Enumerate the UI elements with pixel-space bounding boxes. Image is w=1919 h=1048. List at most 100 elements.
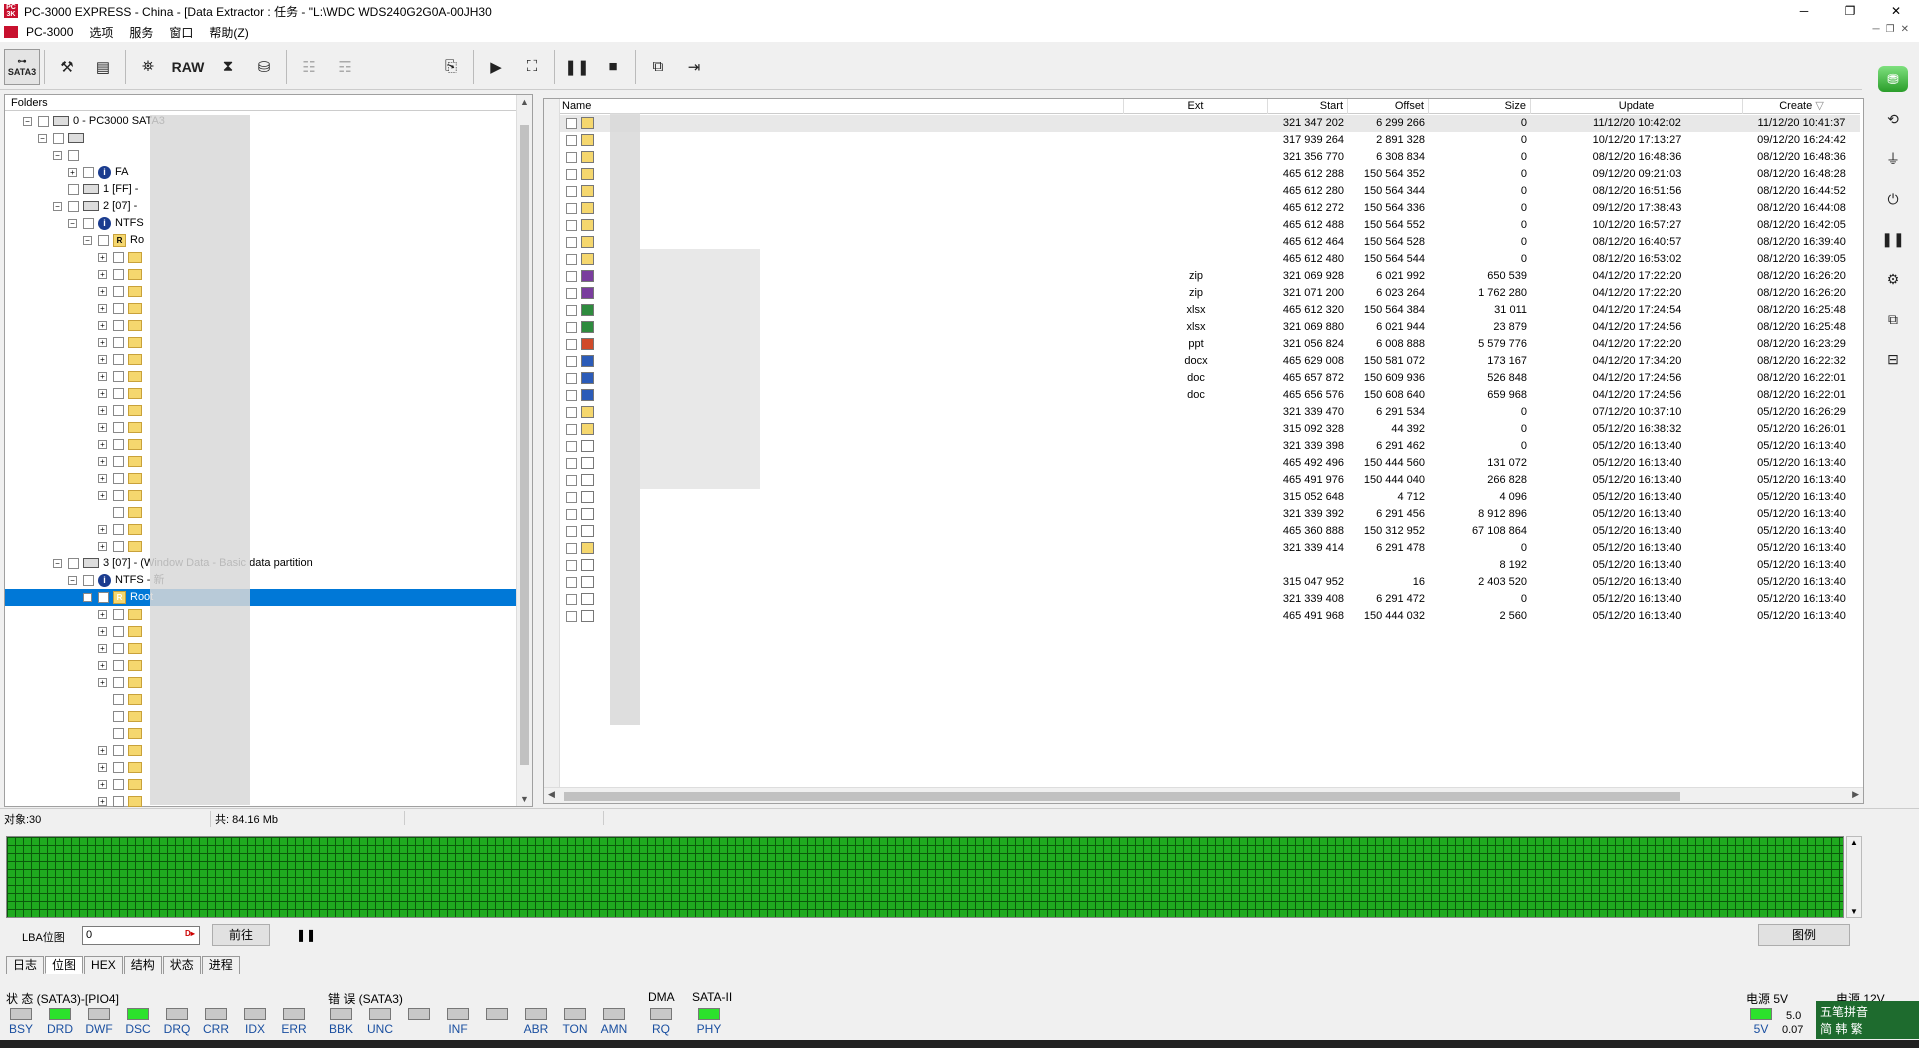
expander-icon[interactable]: + xyxy=(98,677,107,687)
expander-icon[interactable]: − xyxy=(38,133,47,143)
tree-folder-node[interactable]: + xyxy=(98,334,146,351)
checkbox[interactable] xyxy=(113,523,124,535)
hourglass-icon[interactable]: ⧗ xyxy=(210,49,246,85)
tools-icon[interactable]: ⚒ xyxy=(49,49,85,85)
checkbox[interactable] xyxy=(113,744,124,756)
row-checkbox[interactable] xyxy=(566,406,577,418)
row-checkbox[interactable] xyxy=(566,168,577,180)
checkbox[interactable] xyxy=(113,438,124,450)
checkbox[interactable] xyxy=(113,693,124,705)
checkbox[interactable] xyxy=(113,727,124,739)
expander-icon[interactable]: − xyxy=(23,116,32,126)
col-create[interactable]: Create ▽ xyxy=(1743,99,1860,114)
checkbox[interactable] xyxy=(113,506,124,518)
tree-node[interactable]: − xyxy=(38,130,88,147)
checkbox[interactable] xyxy=(113,642,124,654)
row-checkbox[interactable] xyxy=(566,236,577,248)
row-checkbox[interactable] xyxy=(566,610,577,622)
row-checkbox[interactable] xyxy=(566,440,577,452)
tree-folder-node[interactable]: + xyxy=(98,623,146,640)
file-hscrollbar[interactable]: ◀ ▶ xyxy=(544,787,1863,803)
row-checkbox[interactable] xyxy=(566,219,577,231)
checkbox[interactable] xyxy=(113,472,124,484)
row-checkbox[interactable] xyxy=(566,134,577,146)
checkbox[interactable] xyxy=(83,217,94,229)
cable-icon[interactable]: ⊟ xyxy=(1878,346,1908,372)
tree-node[interactable]: − i NTFS xyxy=(68,215,144,232)
checkbox[interactable] xyxy=(68,200,79,212)
row-checkbox[interactable] xyxy=(566,372,577,384)
tree-folder-node[interactable]: + xyxy=(98,521,146,538)
file-row[interactable]: 315 047 952 16 2 403 520 05/12/20 16:13:40 0… xyxy=(560,574,1860,591)
ime-toolbar[interactable]: 五笔拼音 简 韩 繁 xyxy=(1816,1001,1919,1039)
expander-icon[interactable]: + xyxy=(98,779,107,789)
expander-icon[interactable]: + xyxy=(98,626,107,636)
tree-folder-node[interactable]: + xyxy=(98,385,146,402)
expander-icon[interactable]: + xyxy=(98,337,107,347)
expander-icon[interactable]: + xyxy=(98,269,107,279)
checkbox[interactable] xyxy=(113,421,124,433)
tree-folder-node[interactable]: + xyxy=(98,606,146,623)
tree-folder-node[interactable]: + xyxy=(98,402,146,419)
checkbox[interactable] xyxy=(113,608,124,620)
bitmap-scrollbar[interactable]: ▲ ▼ xyxy=(1846,836,1862,918)
row-checkbox[interactable] xyxy=(566,287,577,299)
expander-icon[interactable]: + xyxy=(98,405,107,415)
expander-icon[interactable]: − xyxy=(68,575,77,585)
tree-folder-node[interactable]: + xyxy=(98,640,146,657)
row-checkbox[interactable] xyxy=(566,474,577,486)
checkbox[interactable] xyxy=(113,353,124,365)
checkbox[interactable] xyxy=(113,489,124,501)
tree-folder-node[interactable]: + xyxy=(98,674,146,691)
expander-icon[interactable]: − xyxy=(53,558,62,568)
tab-process[interactable]: 进程 xyxy=(201,956,240,974)
expander-icon[interactable]: − xyxy=(53,150,62,160)
menu-pc3000[interactable]: PC-3000 xyxy=(18,25,81,39)
checkbox[interactable] xyxy=(113,710,124,722)
checkbox[interactable] xyxy=(53,132,64,144)
checkbox[interactable] xyxy=(113,795,124,807)
folder-scrollbar[interactable]: ▲ ▼ xyxy=(516,95,532,806)
tree-folder-node[interactable]: + xyxy=(98,453,146,470)
checkbox[interactable] xyxy=(68,149,79,161)
menu-service[interactable]: 服务 xyxy=(121,24,161,41)
tree-folder-node[interactable]: + xyxy=(98,776,146,793)
file-row[interactable]: 321 347 202 6 299 266 0 11/12/20 10:42:02 11… xyxy=(560,115,1860,132)
tree-folder-node[interactable]: + xyxy=(98,419,146,436)
file-row[interactable]: 465 360 888 150 312 952 67 108 864 05/12/20… xyxy=(560,523,1860,540)
col-size[interactable]: Size xyxy=(1429,99,1531,114)
dec-icon[interactable]: D▸ xyxy=(185,929,195,938)
sector-bitmap[interactable] xyxy=(6,836,1844,918)
checkbox[interactable] xyxy=(113,761,124,773)
expander-icon[interactable]: + xyxy=(98,473,107,483)
expander-icon[interactable]: + xyxy=(98,762,107,772)
expander-icon[interactable]: + xyxy=(98,796,107,806)
expander-icon[interactable]: + xyxy=(98,524,107,534)
expander-icon[interactable]: + xyxy=(98,541,107,551)
expander-icon[interactable]: + xyxy=(98,745,107,755)
checkbox[interactable] xyxy=(83,574,94,586)
scroll-up-icon[interactable]: ▲ xyxy=(1850,838,1858,847)
checkbox[interactable] xyxy=(113,387,124,399)
checkbox[interactable] xyxy=(113,285,124,297)
tree-disks-icon[interactable]: ☶ xyxy=(327,49,363,85)
checkbox[interactable] xyxy=(98,234,109,246)
row-checkbox[interactable] xyxy=(566,542,577,554)
row-checkbox[interactable] xyxy=(566,491,577,503)
checkbox[interactable] xyxy=(113,778,124,790)
tree-node[interactable]: − R Ro xyxy=(83,232,144,249)
raw-button[interactable]: RAW xyxy=(166,49,210,85)
row-checkbox[interactable] xyxy=(566,151,577,163)
save-export-icon[interactable]: ⎘ xyxy=(433,49,469,85)
go-button[interactable]: 前往 xyxy=(212,924,270,946)
file-row[interactable]: 465 612 288 150 564 352 0 09/12/20 09:21:03… xyxy=(560,166,1860,183)
expander-icon[interactable]: + xyxy=(98,422,107,432)
lba-pause-icon[interactable]: ❚❚ xyxy=(296,928,316,942)
tree-expand-icon[interactable]: ☷ xyxy=(291,49,327,85)
file-row[interactable]: 321 339 392 6 291 456 8 912 896 05/12/20 16… xyxy=(560,506,1860,523)
scroll-right-icon[interactable]: ▶ xyxy=(1852,789,1859,800)
row-checkbox[interactable] xyxy=(566,576,577,588)
tab-bitmap[interactable]: 位图 xyxy=(45,956,84,974)
tree-folder-node[interactable]: + xyxy=(98,657,146,674)
tree-folder-node[interactable]: + xyxy=(98,351,146,368)
